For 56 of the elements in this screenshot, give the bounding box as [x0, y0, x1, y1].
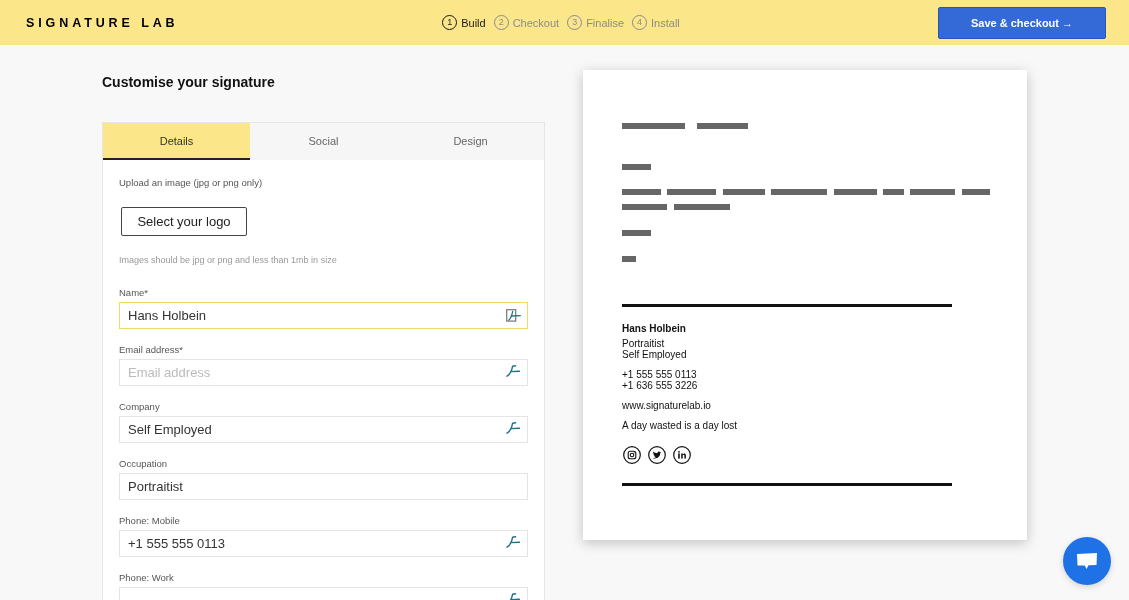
edit-icon[interactable] — [506, 309, 521, 322]
signature-line: Self Employed — [622, 349, 688, 360]
upload-label: Upload an image (jpg or png only) — [119, 177, 264, 189]
field-label: Phone: Work — [119, 572, 175, 584]
text-field[interactable]: Email address — [119, 359, 528, 386]
redacted-text-bar — [674, 204, 730, 210]
step-label: Build — [461, 16, 486, 29]
linkedin-icon[interactable] — [673, 446, 691, 464]
pen-icon[interactable] — [506, 536, 520, 548]
step-label: Install — [651, 16, 680, 29]
redacted-text-bar — [622, 189, 661, 195]
save-checkout-button[interactable]: Save & checkout → — [938, 6, 1106, 39]
text-field[interactable]: +1 555 555 0113 — [119, 530, 528, 557]
redacted-text-bar — [622, 230, 651, 236]
tab[interactable]: Design — [397, 123, 544, 160]
redacted-text-bar — [697, 123, 748, 129]
signature-line: A day wasted is a day lost — [622, 420, 739, 431]
step-label: Finalise — [586, 16, 625, 29]
step-label: Checkout — [512, 16, 560, 29]
upload-hint: Images should be jpg or png and less than 1mb in size — [119, 254, 338, 266]
text-field[interactable]: Self Employed — [119, 416, 528, 443]
tab[interactable]: Social — [250, 123, 397, 160]
redacted-text-bar — [622, 123, 685, 129]
speech-bubble-icon — [1076, 551, 1098, 571]
signature-line: +1 636 555 3226 — [622, 380, 699, 391]
redacted-text-bar — [882, 189, 904, 195]
chat-button[interactable] — [1063, 537, 1111, 585]
field-label: Name* — [119, 287, 150, 299]
pen-icon[interactable] — [506, 422, 520, 434]
redacted-text-bar — [622, 256, 636, 262]
text-field[interactable]: Portraitist — [119, 473, 528, 500]
redacted-text-bar — [833, 189, 877, 195]
redacted-text-bar — [961, 189, 990, 195]
signature-line: +1 555 555 0113 — [622, 369, 698, 380]
redacted-text-bar — [667, 189, 717, 195]
instagram-icon[interactable] — [623, 446, 641, 464]
twitter-bird-icon[interactable] — [648, 446, 666, 464]
redacted-text-bar — [722, 189, 765, 195]
field-label: Occupation — [119, 458, 169, 470]
field-label: Phone: Mobile — [119, 515, 181, 527]
pen-icon[interactable] — [506, 365, 520, 377]
select-logo-button[interactable]: Select your logo — [121, 207, 247, 236]
field-label: Email address* — [119, 344, 184, 356]
progress-step[interactable]: 1 Build — [442, 15, 486, 30]
text-field[interactable]: Hans Holbein — [119, 302, 528, 329]
signature-line: Portraitist — [622, 338, 666, 349]
signature-line: www.signaturelab.io — [622, 400, 712, 411]
redacted-text-bar — [910, 189, 956, 195]
redacted-text-bar — [771, 189, 828, 195]
signature-name: Hans Holbein — [622, 323, 687, 334]
redacted-text-bar — [622, 204, 667, 210]
tab[interactable]: Details — [103, 123, 250, 160]
field-label: Company — [119, 401, 161, 413]
redacted-text-bar — [622, 164, 651, 170]
logo: SIGNATURE LAB — [26, 15, 179, 30]
page-title: Customise your signature — [102, 73, 276, 91]
